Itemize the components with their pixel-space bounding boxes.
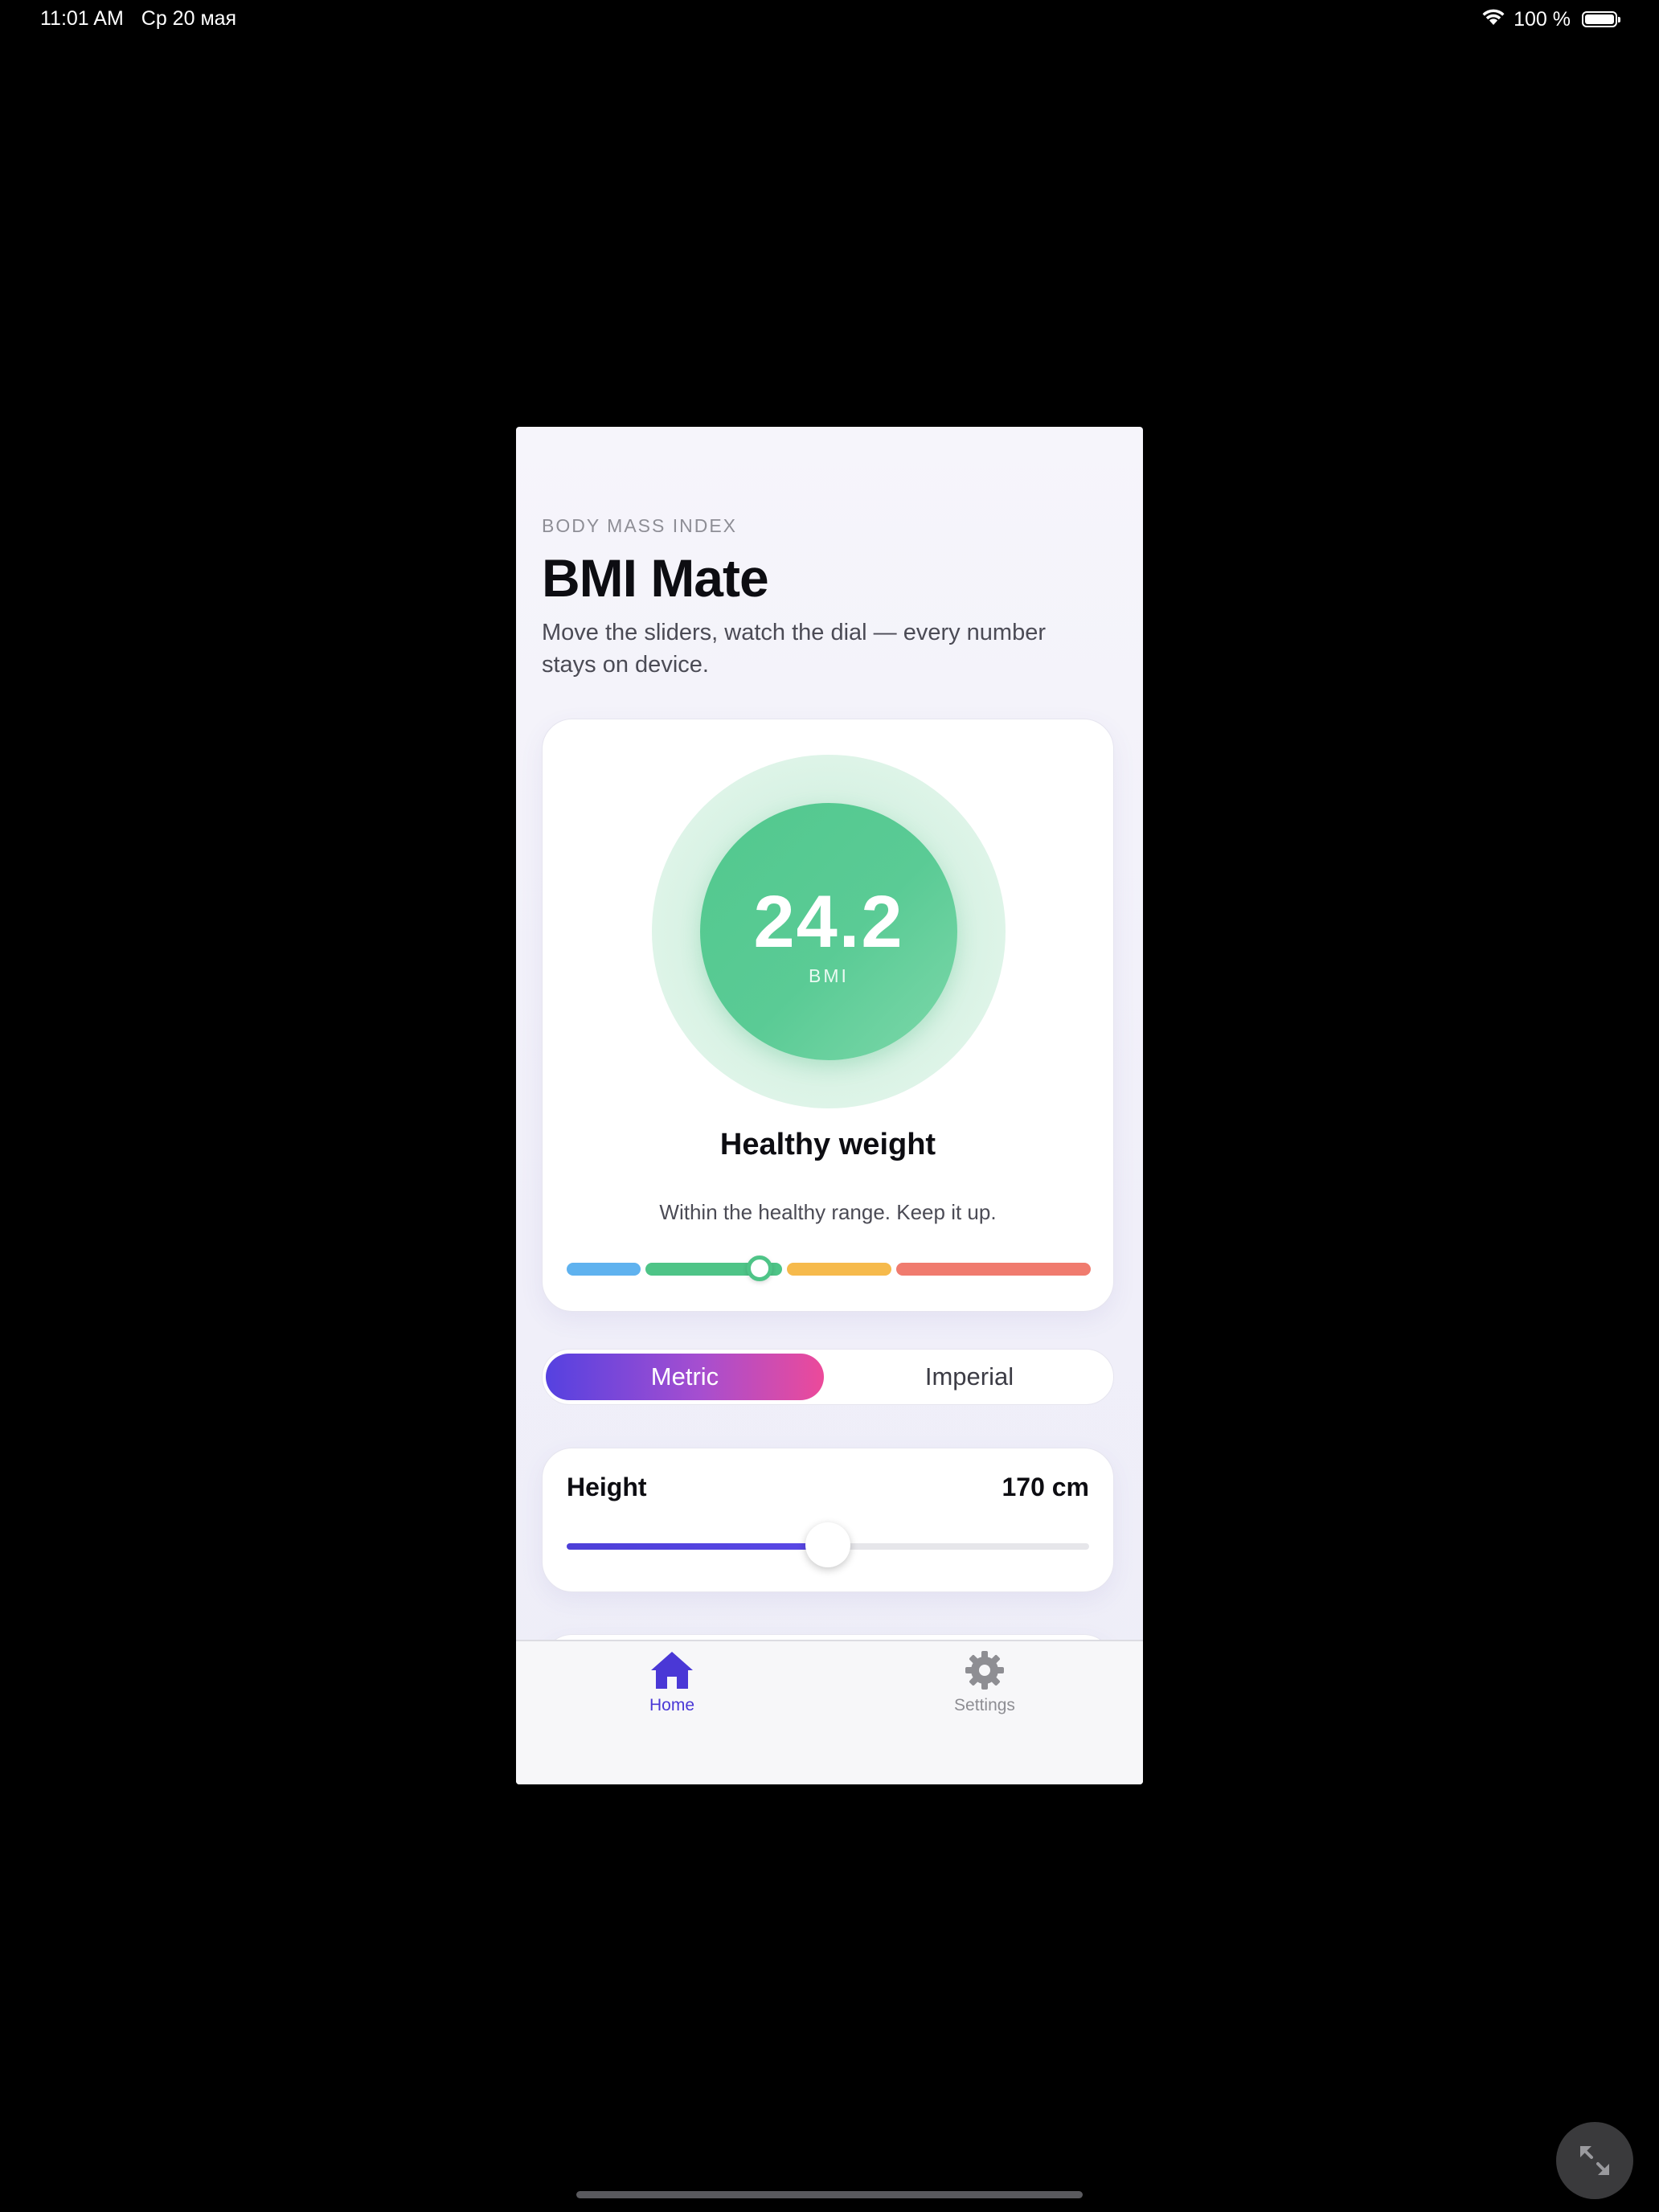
tab-bar: Home Settings xyxy=(516,1640,1143,1784)
page-title: BMI Mate xyxy=(542,548,769,608)
house-icon xyxy=(608,1649,736,1691)
bmi-value: 24.2 xyxy=(753,881,904,963)
height-value: 170 cm xyxy=(1002,1473,1089,1501)
height-label: Height xyxy=(567,1473,647,1501)
scale-underweight xyxy=(567,1263,641,1276)
tab-home-label: Home xyxy=(649,1696,695,1714)
battery-percent: 100 % xyxy=(1514,7,1571,31)
tab-settings-label: Settings xyxy=(954,1696,1015,1714)
gear-icon xyxy=(920,1649,1049,1691)
unit-imperial-button[interactable]: Imperial xyxy=(829,1354,1110,1400)
tab-home[interactable]: Home xyxy=(608,1649,736,1730)
status-time-date: 11:01 AM Ср 20 мая xyxy=(40,7,236,31)
app-window: BODY MASS INDEX BMI Mate Move the slider… xyxy=(516,427,1143,1784)
status-time: 11:01 AM xyxy=(40,7,124,30)
tab-settings[interactable]: Settings xyxy=(920,1649,1049,1730)
height-slider[interactable] xyxy=(567,1522,1089,1567)
home-indicator xyxy=(576,2191,1083,2198)
bmi-result-card: 24.2 BMI Healthy weight Within the healt… xyxy=(542,719,1114,1312)
home-scroll-view[interactable]: BODY MASS INDEX BMI Mate Move the slider… xyxy=(516,427,1143,1641)
battery-icon xyxy=(1582,11,1620,27)
bmi-category: Healthy weight xyxy=(719,1128,936,1161)
status-indicators: 100 % xyxy=(1473,6,1620,32)
status-bar: 11:01 AM Ср 20 мая 100 % xyxy=(0,0,1659,42)
bmi-range-scale xyxy=(567,1256,1091,1281)
expand-window-button[interactable] xyxy=(1556,2122,1633,2199)
scale-obese xyxy=(896,1263,1091,1276)
bmi-message: Within the healthy range. Keep it up. xyxy=(659,1200,997,1224)
unit-segmented-control: Metric Imperial xyxy=(542,1349,1114,1405)
wifi-icon xyxy=(1481,8,1505,31)
bmi-unit-label: BMI xyxy=(809,965,849,986)
unit-metric-button[interactable]: Metric xyxy=(546,1354,824,1400)
status-date: Ср 20 мая xyxy=(141,7,237,30)
scale-overweight xyxy=(787,1263,891,1276)
page-subtitle: Move the sliders, watch the dial — every… xyxy=(542,620,1046,678)
height-slider-fill xyxy=(567,1543,828,1550)
height-card: Height 170 cm xyxy=(542,1448,1114,1592)
bmi-scale-marker xyxy=(747,1256,772,1281)
height-slider-thumb[interactable] xyxy=(805,1522,850,1567)
eyebrow-label: BODY MASS INDEX xyxy=(542,515,738,536)
bmi-dial: 24.2 BMI xyxy=(700,803,957,1060)
